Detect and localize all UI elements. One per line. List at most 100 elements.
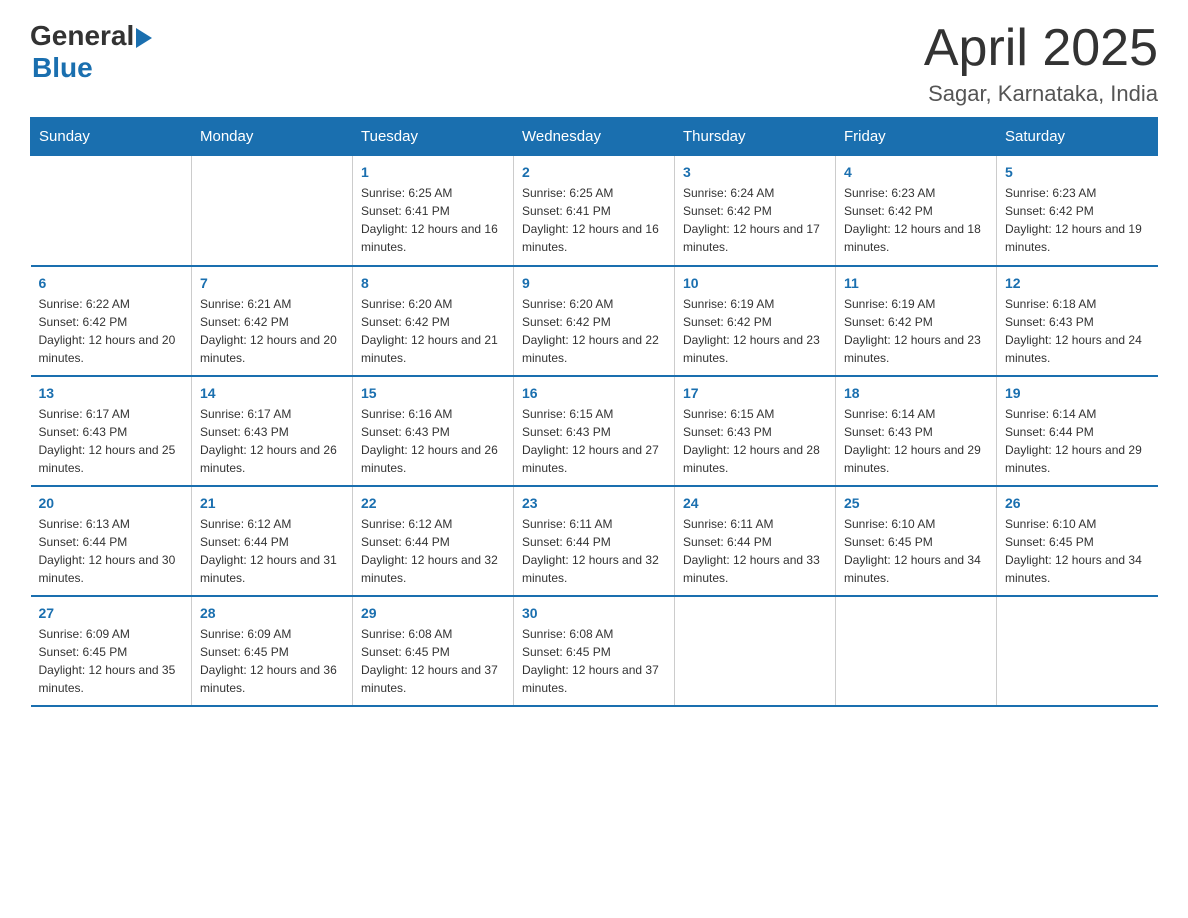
- day-number: 9: [522, 275, 666, 291]
- day-number: 29: [361, 605, 505, 621]
- title-section: April 2025 Sagar, Karnataka, India: [924, 20, 1158, 107]
- logo-blue-text: Blue: [32, 52, 152, 84]
- calendar-week-1: 1Sunrise: 6:25 AMSunset: 6:41 PMDaylight…: [31, 156, 1158, 266]
- calendar-week-2: 6 Sunrise: 6:22 AMSunset: 6:42 PMDaylight…: [31, 266, 1158, 376]
- calendar-cell: [997, 596, 1158, 706]
- calendar-cell: 14Sunrise: 6:17 AMSunset: 6:43 PMDayligh…: [192, 376, 353, 486]
- calendar-cell: 12 Sunrise: 6:18 AMSunset: 6:43 PMDayligh…: [997, 266, 1158, 376]
- location-title: Sagar, Karnataka, India: [924, 81, 1158, 107]
- calendar-cell: 15Sunrise: 6:16 AMSunset: 6:43 PMDayligh…: [353, 376, 514, 486]
- day-number: 4: [844, 164, 988, 180]
- day-number: 1: [361, 164, 505, 180]
- calendar-cell: 3 Sunrise: 6:24 AMSunset: 6:42 PMDaylight…: [675, 156, 836, 266]
- day-number: 24: [683, 495, 827, 511]
- calendar-cell: 9 Sunrise: 6:20 AMSunset: 6:42 PMDaylight…: [514, 266, 675, 376]
- day-info: Sunrise: 6:20 AMSunset: 6:42 PMDaylight:…: [522, 295, 666, 367]
- day-info: Sunrise: 6:20 AMSunset: 6:42 PMDaylight:…: [361, 295, 505, 367]
- day-number: 11: [844, 275, 988, 291]
- day-number: 17: [683, 385, 827, 401]
- logo-arrow-icon: [136, 28, 152, 48]
- calendar-cell: 7 Sunrise: 6:21 AMSunset: 6:42 PMDaylight…: [192, 266, 353, 376]
- day-info: Sunrise: 6:19 AMSunset: 6:42 PMDaylight:…: [683, 295, 827, 367]
- calendar-cell: 22 Sunrise: 6:12 AMSunset: 6:44 PMDayligh…: [353, 486, 514, 596]
- day-number: 14: [200, 385, 344, 401]
- column-header-wednesday: Wednesday: [514, 118, 675, 156]
- day-number: 25: [844, 495, 988, 511]
- column-header-thursday: Thursday: [675, 118, 836, 156]
- day-info: Sunrise: 6:09 AMSunset: 6:45 PMDaylight:…: [200, 625, 344, 697]
- calendar-cell: 26 Sunrise: 6:10 AMSunset: 6:45 PMDayligh…: [997, 486, 1158, 596]
- calendar-cell: 23 Sunrise: 6:11 AMSunset: 6:44 PMDayligh…: [514, 486, 675, 596]
- day-number: 13: [39, 385, 184, 401]
- day-number: 16: [522, 385, 666, 401]
- day-number: 3: [683, 164, 827, 180]
- calendar-cell: 11 Sunrise: 6:19 AMSunset: 6:42 PMDayligh…: [836, 266, 997, 376]
- day-info: Sunrise: 6:21 AMSunset: 6:42 PMDaylight:…: [200, 295, 344, 367]
- calendar-week-4: 20 Sunrise: 6:13 AMSunset: 6:44 PMDayligh…: [31, 486, 1158, 596]
- calendar-cell: 16 Sunrise: 6:15 AMSunset: 6:43 PMDayligh…: [514, 376, 675, 486]
- day-info: Sunrise: 6:08 AMSunset: 6:45 PMDaylight:…: [361, 625, 505, 697]
- day-number: 20: [39, 495, 184, 511]
- calendar-cell: 20 Sunrise: 6:13 AMSunset: 6:44 PMDayligh…: [31, 486, 192, 596]
- day-info: Sunrise: 6:22 AMSunset: 6:42 PMDaylight:…: [39, 295, 184, 367]
- day-number: 18: [844, 385, 988, 401]
- calendar-week-5: 27 Sunrise: 6:09 AMSunset: 6:45 PMDayligh…: [31, 596, 1158, 706]
- calendar-cell: 13 Sunrise: 6:17 AMSunset: 6:43 PMDayligh…: [31, 376, 192, 486]
- calendar-cell: 6 Sunrise: 6:22 AMSunset: 6:42 PMDaylight…: [31, 266, 192, 376]
- column-header-tuesday: Tuesday: [353, 118, 514, 156]
- calendar-cell: 24 Sunrise: 6:11 AMSunset: 6:44 PMDayligh…: [675, 486, 836, 596]
- day-info: Sunrise: 6:15 AMSunset: 6:43 PMDaylight:…: [522, 405, 666, 477]
- day-info: Sunrise: 6:09 AMSunset: 6:45 PMDaylight:…: [39, 625, 184, 697]
- page-header: General Blue April 2025 Sagar, Karnataka…: [30, 20, 1158, 107]
- day-number: 19: [1005, 385, 1150, 401]
- day-info: Sunrise: 6:14 AMSunset: 6:43 PMDaylight:…: [844, 405, 988, 477]
- calendar-cell: [31, 156, 192, 266]
- day-number: 27: [39, 605, 184, 621]
- calendar-cell: 5 Sunrise: 6:23 AMSunset: 6:42 PMDaylight…: [997, 156, 1158, 266]
- day-info: Sunrise: 6:15 AMSunset: 6:43 PMDaylight:…: [683, 405, 827, 477]
- calendar-cell: 18 Sunrise: 6:14 AMSunset: 6:43 PMDayligh…: [836, 376, 997, 486]
- day-info: Sunrise: 6:12 AMSunset: 6:44 PMDaylight:…: [361, 515, 505, 587]
- day-info: Sunrise: 6:11 AMSunset: 6:44 PMDaylight:…: [522, 515, 666, 587]
- day-number: 21: [200, 495, 344, 511]
- day-number: 26: [1005, 495, 1150, 511]
- day-info: Sunrise: 6:11 AMSunset: 6:44 PMDaylight:…: [683, 515, 827, 587]
- column-header-saturday: Saturday: [997, 118, 1158, 156]
- calendar-cell: 28Sunrise: 6:09 AMSunset: 6:45 PMDayligh…: [192, 596, 353, 706]
- day-number: 15: [361, 385, 505, 401]
- calendar-cell: 8 Sunrise: 6:20 AMSunset: 6:42 PMDaylight…: [353, 266, 514, 376]
- day-info: Sunrise: 6:10 AMSunset: 6:45 PMDaylight:…: [844, 515, 988, 587]
- calendar-cell: 19Sunrise: 6:14 AMSunset: 6:44 PMDayligh…: [997, 376, 1158, 486]
- day-info: Sunrise: 6:12 AMSunset: 6:44 PMDaylight:…: [200, 515, 344, 587]
- day-number: 8: [361, 275, 505, 291]
- column-header-friday: Friday: [836, 118, 997, 156]
- calendar-cell: 21 Sunrise: 6:12 AMSunset: 6:44 PMDayligh…: [192, 486, 353, 596]
- day-info: Sunrise: 6:19 AMSunset: 6:42 PMDaylight:…: [844, 295, 988, 367]
- day-info: Sunrise: 6:10 AMSunset: 6:45 PMDaylight:…: [1005, 515, 1150, 587]
- day-number: 10: [683, 275, 827, 291]
- day-number: 12: [1005, 275, 1150, 291]
- day-info: Sunrise: 6:23 AMSunset: 6:42 PMDaylight:…: [844, 184, 988, 256]
- calendar-cell: 30Sunrise: 6:08 AMSunset: 6:45 PMDayligh…: [514, 596, 675, 706]
- calendar-header-row: SundayMondayTuesdayWednesdayThursdayFrid…: [31, 118, 1158, 156]
- calendar-table: SundayMondayTuesdayWednesdayThursdayFrid…: [30, 117, 1158, 707]
- calendar-cell: 1Sunrise: 6:25 AMSunset: 6:41 PMDaylight…: [353, 156, 514, 266]
- calendar-cell: 17 Sunrise: 6:15 AMSunset: 6:43 PMDayligh…: [675, 376, 836, 486]
- day-info: Sunrise: 6:18 AMSunset: 6:43 PMDaylight:…: [1005, 295, 1150, 367]
- day-number: 2: [522, 164, 666, 180]
- calendar-cell: [836, 596, 997, 706]
- day-number: 22: [361, 495, 505, 511]
- day-info: Sunrise: 6:17 AMSunset: 6:43 PMDaylight:…: [39, 405, 184, 477]
- day-number: 7: [200, 275, 344, 291]
- day-info: Sunrise: 6:23 AMSunset: 6:42 PMDaylight:…: [1005, 184, 1150, 256]
- day-number: 23: [522, 495, 666, 511]
- month-title: April 2025: [924, 20, 1158, 77]
- day-info: Sunrise: 6:13 AMSunset: 6:44 PMDaylight:…: [39, 515, 184, 587]
- day-info: Sunrise: 6:24 AMSunset: 6:42 PMDaylight:…: [683, 184, 827, 256]
- logo: General Blue: [30, 20, 152, 84]
- calendar-cell: [675, 596, 836, 706]
- day-number: 6: [39, 275, 184, 291]
- day-number: 5: [1005, 164, 1150, 180]
- day-info: Sunrise: 6:08 AMSunset: 6:45 PMDaylight:…: [522, 625, 666, 697]
- calendar-cell: 10 Sunrise: 6:19 AMSunset: 6:42 PMDayligh…: [675, 266, 836, 376]
